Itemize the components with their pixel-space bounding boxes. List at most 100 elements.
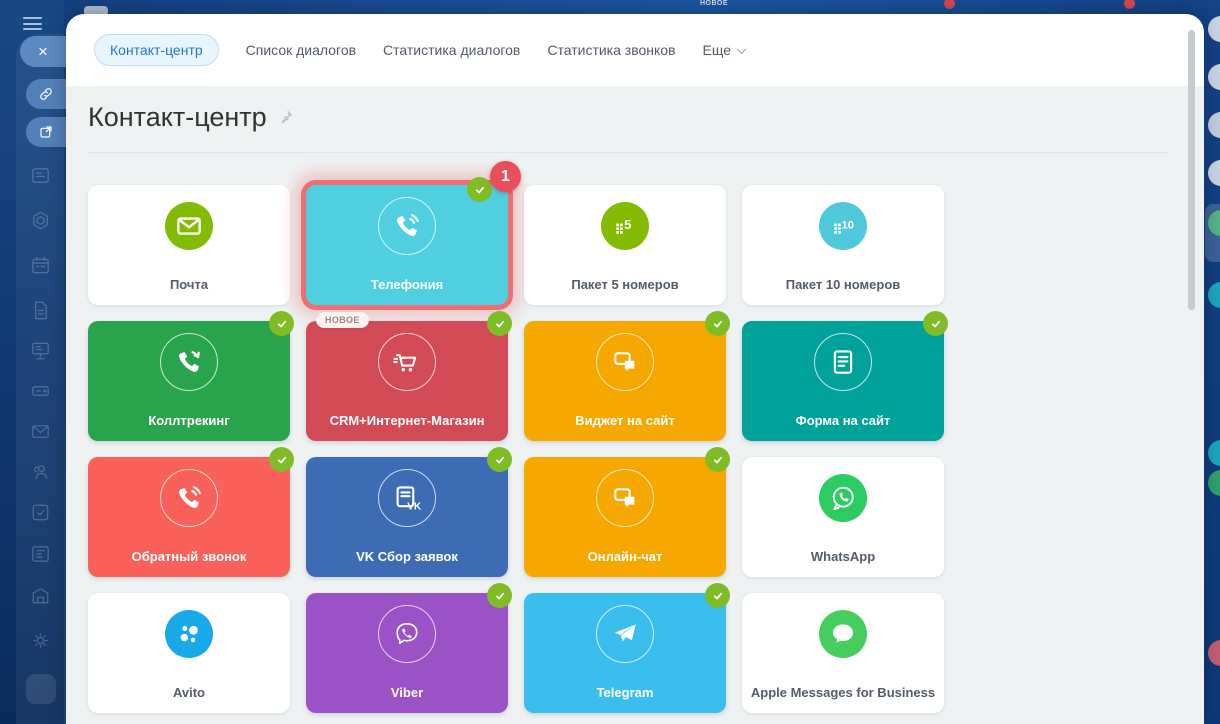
divider (88, 152, 1168, 153)
tab-label: Еще (703, 42, 732, 58)
tile-chat-widget[interactable]: Виджет на сайт (524, 321, 726, 441)
hexagon-icon[interactable] (29, 209, 52, 232)
tile-numbers-5[interactable]: 5 Пакет 5 номеров (524, 185, 726, 305)
services-grid: ПочтаТелефония1 5 Пакет 5 номеров 10 Пакет 1… (88, 185, 944, 713)
tile-whatsapp[interactable]: WhatsApp (742, 457, 944, 577)
tile-mail[interactable]: Почта (88, 185, 290, 305)
tile-telegram[interactable]: Telegram (524, 593, 726, 713)
tile-label: Обратный звонок (92, 549, 286, 564)
slider-body: Контакт-центр ПочтаТелефония15Пакет 5 но… (66, 86, 1204, 724)
check-badge (269, 447, 294, 472)
tile-label: Apple Messages for Business (746, 685, 940, 700)
tile-chat[interactable]: Онлайн-чат (524, 457, 726, 577)
calendar-icon[interactable] (29, 254, 52, 277)
tile-viber[interactable]: Viber (306, 593, 508, 713)
tile-label: Viber (310, 685, 504, 700)
page-title: Контакт-центр (88, 102, 294, 133)
pin-icon[interactable] (277, 102, 294, 133)
tile-apple-messages[interactable]: Apple Messages for Business (742, 593, 944, 713)
tab-1[interactable]: Список диалогов (246, 42, 356, 58)
app-screen: НОВОЕ × Контакт-центр Список диалогов Стат… (0, 0, 1220, 724)
background-avatar (1208, 16, 1220, 42)
tile-label: Пакет 5 номеров (528, 277, 722, 292)
more-icon[interactable] (26, 674, 56, 704)
tile-label: CRM+Интернет-Магазин (310, 413, 504, 428)
chat-icon (596, 469, 654, 527)
tab-label: Список диалогов (246, 42, 356, 58)
tab-label: Статистика диалогов (383, 42, 520, 58)
background-avatar (1208, 160, 1220, 186)
tab-label: Статистика звонков (547, 42, 675, 58)
callback-icon (160, 469, 218, 527)
background-avatar (1208, 112, 1220, 138)
tab-3[interactable]: Статистика звонков (547, 42, 675, 58)
tab-0[interactable]: Контакт-центр (94, 34, 219, 66)
crm-shop-icon (378, 333, 436, 391)
tile-label: VK Сбор заявок (310, 549, 504, 564)
external-link-icon (38, 124, 54, 140)
tile-label: Пакет 10 номеров (746, 277, 940, 292)
building-icon[interactable] (29, 584, 52, 607)
telegram-icon (596, 605, 654, 663)
close-icon: × (38, 43, 48, 60)
sidebar: × (0, 0, 64, 724)
copy-link-button[interactable] (26, 79, 66, 109)
background-avatar (1208, 470, 1220, 496)
open-in-new-button[interactable] (26, 117, 66, 147)
notification-dot (1124, 0, 1135, 9)
form-icon (814, 333, 872, 391)
tile-label: Telegram (528, 685, 722, 700)
notification-dot (944, 0, 955, 9)
document-icon[interactable] (29, 299, 52, 322)
check-badge (467, 177, 492, 202)
tab-2[interactable]: Статистика диалогов (383, 42, 520, 58)
chevron-down-icon (737, 44, 747, 54)
tab-4[interactable]: Еще (703, 42, 746, 58)
mail-icon[interactable] (29, 420, 52, 443)
tile-callback[interactable]: Обратный звонок (88, 457, 290, 577)
tile-form[interactable]: Форма на сайт (742, 321, 944, 441)
menu-icon[interactable] (23, 17, 42, 30)
scrollbar[interactable] (1188, 30, 1195, 310)
tile-calltracking[interactable]: Коллтрекинг (88, 321, 290, 441)
check-badge (487, 311, 512, 336)
numbers-10-icon: 10 (819, 202, 867, 250)
link-icon (38, 86, 54, 102)
svg-text:5: 5 (624, 217, 631, 232)
background-edge-highlight (1205, 204, 1220, 262)
tasks-calendar-icon[interactable] (29, 542, 52, 565)
tile-crm-shop[interactable]: CRM+Интернет-МагазинНОВОЕ (306, 321, 508, 441)
background-new-badge: НОВОЕ (700, 0, 728, 7)
tile-phone[interactable]: Телефония1 (306, 185, 508, 305)
new-badge: НОВОЕ (316, 312, 369, 328)
screen-icon[interactable] (29, 339, 52, 362)
contact-center-slider: Контакт-центр Список диалогов Статистика д… (66, 14, 1204, 724)
check-badge (705, 311, 730, 336)
check-badge (705, 583, 730, 608)
tile-label: Коллтрекинг (92, 413, 286, 428)
feed-icon[interactable] (29, 164, 52, 187)
tile-vk-forms[interactable]: VK VK Сбор заявок (306, 457, 508, 577)
background-avatar (1208, 440, 1220, 466)
apple-messages-icon (819, 610, 867, 658)
whatsapp-icon (819, 474, 867, 522)
users-icon[interactable] (29, 460, 52, 483)
gear-icon[interactable] (29, 629, 52, 652)
avito-icon (165, 610, 213, 658)
tile-label: Телефония (310, 277, 504, 292)
vk-forms-icon: VK (378, 469, 436, 527)
background-avatar (1208, 640, 1220, 666)
background-avatar (1208, 64, 1220, 90)
tile-numbers-10[interactable]: 10 Пакет 10 номеров (742, 185, 944, 305)
tile-label: Avito (92, 685, 286, 700)
check-badge (923, 311, 948, 336)
drawer-icon[interactable] (29, 379, 52, 402)
tile-label: Онлайн-чат (528, 549, 722, 564)
counter-badge: 1 (490, 161, 521, 192)
tile-avito[interactable]: Avito (88, 593, 290, 713)
tab-label: Контакт-центр (110, 42, 203, 58)
tile-label: WhatsApp (746, 549, 940, 564)
close-slider-button[interactable]: × (20, 36, 66, 67)
check-square-icon[interactable] (29, 501, 52, 524)
check-badge (487, 583, 512, 608)
